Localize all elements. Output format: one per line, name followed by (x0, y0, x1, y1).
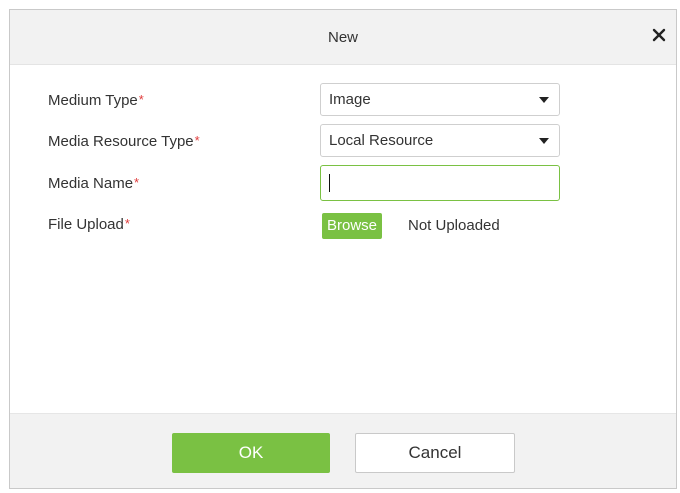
required-asterisk: * (124, 216, 130, 231)
dialog-titlebar: New (10, 10, 676, 65)
medium-type-select[interactable]: Image (320, 83, 560, 116)
cancel-button[interactable]: Cancel (355, 433, 515, 473)
required-asterisk: * (134, 175, 140, 190)
file-upload-label-text: File Upload (48, 216, 124, 233)
required-asterisk: * (138, 92, 144, 107)
required-asterisk: * (194, 133, 200, 148)
media-resource-type-label: Media Resource Type* (48, 133, 200, 150)
text-caret (329, 174, 330, 192)
chevron-down-icon (539, 138, 549, 144)
media-name-input[interactable] (320, 165, 560, 201)
upload-status-text: Not Uploaded (408, 217, 500, 234)
medium-type-label: Medium Type* (48, 92, 144, 109)
dialog-title: New (327, 29, 358, 46)
chevron-down-icon (539, 97, 549, 103)
medium-type-label-text: Medium Type (48, 92, 138, 109)
medium-type-value: Image (329, 91, 371, 108)
dialog-footer: OK Cancel (10, 413, 676, 488)
media-name-label-text: Media Name (48, 175, 134, 192)
browse-button[interactable]: Browse (322, 213, 383, 239)
media-name-label: Media Name* (48, 175, 139, 192)
file-upload-label: File Upload* (48, 216, 130, 233)
close-icon[interactable] (648, 24, 670, 46)
new-media-dialog: New Medium Type* Image Media Resource Ty… (9, 9, 677, 489)
ok-button[interactable]: OK (172, 433, 330, 473)
media-resource-type-select[interactable]: Local Resource (320, 124, 560, 157)
media-resource-type-value: Local Resource (329, 132, 434, 149)
media-resource-type-label-text: Media Resource Type (48, 133, 194, 150)
